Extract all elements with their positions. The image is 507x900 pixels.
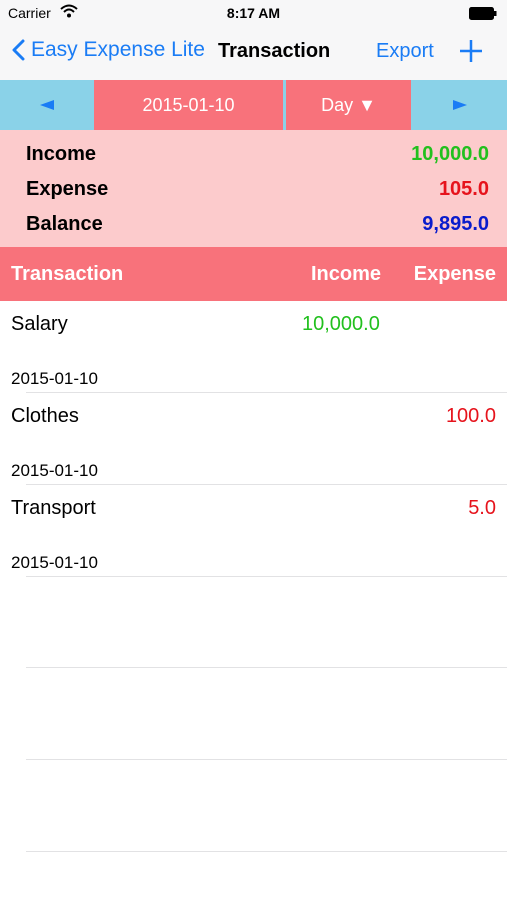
add-button[interactable] (457, 37, 485, 70)
expense-summary-row: Expense 105.0 (0, 172, 507, 206)
row-divider (26, 576, 507, 577)
transaction-expense: 5.0 (468, 497, 496, 519)
income-summary-row: Income 10,000.0 (0, 137, 507, 171)
date-selector[interactable]: 2015-01-10 (94, 80, 283, 130)
balance-summary-row: Balance 9,895.0 (0, 207, 507, 241)
column-header-expense: Expense (413, 263, 496, 285)
navigation-bar: Easy Expense Lite Transaction Export (0, 28, 507, 81)
back-button[interactable]: Easy Expense Lite (12, 38, 205, 62)
table-row[interactable]: Salary 10,000.0 2015-01-10 (0, 301, 507, 393)
export-button[interactable]: Export (376, 40, 434, 63)
expense-summary-label: Expense (26, 178, 109, 200)
status-bar: Carrier 8:17 AM (0, 0, 507, 28)
empty-row-divider (26, 667, 507, 668)
chevron-left-icon (12, 39, 25, 61)
back-button-label: Easy Expense Lite (31, 38, 205, 61)
table-row[interactable]: Transport 5.0 2015-01-10 (0, 485, 507, 577)
clock-time: 8:17 AM (226, 5, 281, 21)
transaction-date: 2015-01-10 (11, 369, 98, 388)
table-row[interactable]: Clothes 100.0 2015-01-10 (0, 393, 507, 485)
transaction-list: Salary 10,000.0 2015-01-10 Clothes 100.0… (0, 301, 507, 577)
period-dropdown[interactable]: Day ▼ (286, 80, 411, 130)
transaction-name: Salary (11, 313, 68, 335)
transaction-name: Clothes (11, 405, 79, 427)
column-header-income: Income (311, 263, 382, 285)
summary-panel: Income 10,000.0 Expense 105.0 Balance 9,… (0, 130, 507, 247)
transaction-date: 2015-01-10 (11, 553, 98, 572)
transaction-date: 2015-01-10 (11, 461, 98, 480)
transaction-income: 10,000.0 (302, 313, 380, 335)
previous-day-button[interactable] (0, 80, 93, 130)
expense-summary-value: 105.0 (438, 178, 489, 200)
balance-summary-label: Balance (26, 213, 103, 235)
battery-icon (469, 7, 497, 25)
triangle-right-icon (453, 100, 467, 110)
date-filter-bar: 2015-01-10 Day ▼ (0, 80, 507, 130)
transaction-name: Transport (11, 497, 96, 519)
transaction-expense: 100.0 (445, 405, 496, 427)
income-summary-value: 10,000.0 (411, 143, 489, 165)
plus-icon (460, 40, 482, 62)
triangle-left-icon (39, 100, 54, 110)
page-title: Transaction (218, 40, 331, 62)
table-header: Transaction Income Expense (0, 247, 507, 301)
income-summary-label: Income (26, 143, 97, 165)
empty-row-divider (26, 851, 507, 852)
next-day-button[interactable] (413, 80, 507, 130)
empty-row-divider (26, 759, 507, 760)
balance-summary-value: 9,895.0 (422, 213, 489, 235)
column-header-transaction: Transaction (11, 263, 124, 285)
